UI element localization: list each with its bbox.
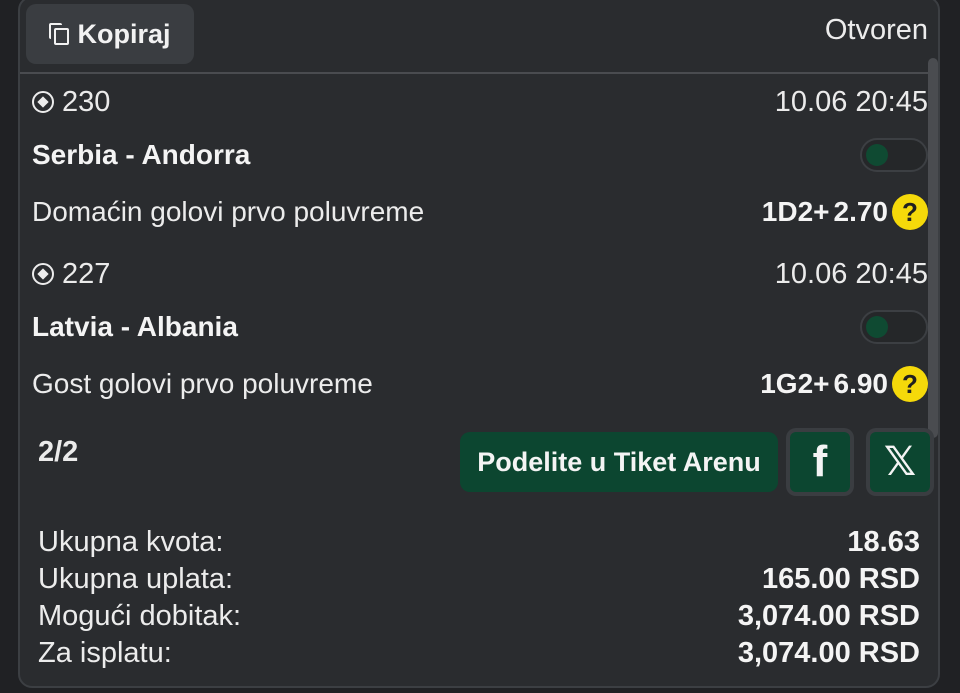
odd-value: 6.90 [833, 368, 889, 399]
x-icon: 𝕏 [870, 432, 930, 492]
match-datetime: 10.06 20:45 [774, 86, 928, 118]
match-teams-row: Latvia - Albania [32, 310, 928, 344]
market-name: Gost golovi prvo poluvreme [32, 368, 373, 399]
selection-count: 2/2 [38, 436, 79, 468]
market-name: Domaćin golovi prvo poluvreme [32, 196, 425, 227]
toggle-knob [866, 316, 888, 338]
pick-odds: 1D2+ 2.70 ? [762, 194, 928, 230]
pick-odds: 1G2+ 6.90 ? [760, 366, 928, 402]
toggle-knob [866, 144, 888, 166]
ticket-status: Otvoren [824, 14, 928, 46]
help-icon[interactable]: ? [892, 194, 928, 230]
soccer-ball-icon [32, 91, 54, 113]
summary-row: Ukupna kvota: 18.63 [38, 526, 920, 558]
match-toggle[interactable] [860, 310, 928, 344]
soccer-ball-icon [32, 263, 54, 285]
summary-row: Ukupna uplata: 165.00 RSD [38, 563, 920, 595]
ticket-summary: Ukupna kvota: 18.63 Ukupna uplata: 165.0… [38, 524, 920, 672]
match-toggle[interactable] [860, 138, 928, 172]
match-market-row: Domaćin golovi prvo poluvreme 1D2+ 2.70 … [32, 194, 928, 230]
match-teams: Latvia - Albania [32, 311, 238, 342]
summary-row: Mogući dobitak: 3,074.00 RSD [38, 600, 920, 632]
help-icon[interactable]: ? [892, 366, 928, 402]
match-header: 230 10.06 20:45 [32, 86, 928, 119]
ticket-card: Kopiraj Otvoren 230 10.06 20:45 Serbia -… [18, 0, 940, 688]
x-share-button[interactable]: 𝕏 [866, 428, 934, 496]
share-ticket-arena-button[interactable]: Podelite u Tiket Arenu [460, 432, 778, 492]
copy-button[interactable]: Kopiraj [26, 4, 194, 64]
match-code: 230 [32, 86, 110, 119]
pick-code: 1D2+ [761, 196, 830, 227]
scrollbar[interactable] [928, 58, 938, 438]
match-code: 227 [32, 258, 110, 291]
facebook-share-button[interactable]: f [786, 428, 854, 496]
pick-code: 1G2+ [760, 368, 830, 399]
match-datetime: 10.06 20:45 [774, 258, 928, 290]
match-header: 227 10.06 20:45 [32, 258, 928, 291]
copy-icon [49, 23, 70, 45]
copy-button-label: Kopiraj [77, 18, 171, 49]
odd-value: 2.70 [833, 196, 889, 227]
match-market-row: Gost golovi prvo poluvreme 1G2+ 6.90 ? [32, 366, 928, 402]
facebook-icon: f [790, 432, 850, 492]
summary-row: Za isplatu: 3,074.00 RSD [38, 637, 920, 669]
divider [20, 72, 938, 74]
match-teams: Serbia - Andorra [32, 139, 251, 170]
match-teams-row: Serbia - Andorra [32, 138, 928, 172]
